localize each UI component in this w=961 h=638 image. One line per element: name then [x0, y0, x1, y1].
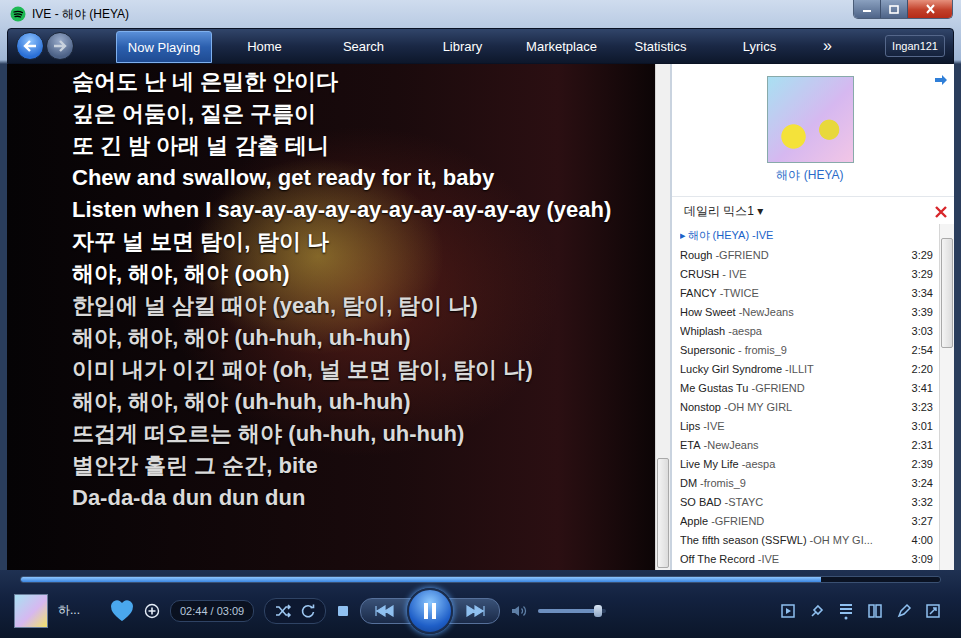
- user-button[interactable]: Ingan121: [885, 35, 945, 57]
- close-button[interactable]: [907, 0, 952, 18]
- control-bar: 하... 02:44 / 03:09: [0, 570, 961, 638]
- volume-icon[interactable]: [510, 603, 528, 619]
- title-bar: IVE - 해야 (HEYA): [0, 0, 961, 28]
- queue-list: ▸해야 (HEYA)-IVERough-GFRIEND3:29CRUSH- IV…: [672, 224, 939, 570]
- nav-tab[interactable]: Marketplace: [512, 33, 611, 60]
- mini-album-art[interactable]: [14, 594, 48, 628]
- lyric-line[interactable]: 이미 내가 이긴 패야 (oh, 널 보면 탐이, 탐이 나): [72, 354, 639, 386]
- queue-row[interactable]: Rough-GFRIEND3:29: [672, 245, 939, 264]
- nav-tab[interactable]: Statistics: [611, 33, 710, 60]
- maximize-icon: [889, 5, 899, 14]
- queue-row[interactable]: ▸해야 (HEYA)-IVE: [672, 226, 939, 245]
- lyric-line[interactable]: 해야, 해야, 해야 (uh-huh, uh-huh): [72, 322, 639, 354]
- album-caption[interactable]: 해야 (HEYA): [776, 167, 843, 184]
- previous-button[interactable]: [361, 605, 407, 617]
- back-button[interactable]: [16, 32, 44, 60]
- minimize-button[interactable]: [854, 0, 880, 18]
- nav-tab[interactable]: Lyrics: [710, 33, 809, 60]
- window-controls: [853, 0, 953, 19]
- queue-row[interactable]: Supersonic- fromis_92:54: [672, 340, 939, 359]
- lyric-line[interactable]: 한입에 널 삼킬 때야 (yeah, 탐이, 탐이 나): [72, 290, 639, 322]
- next-button[interactable]: [453, 605, 499, 617]
- seek-bar[interactable]: [20, 576, 941, 583]
- lyric-line[interactable]: 해야, 해야, 해야 (uh-huh, uh-huh): [72, 386, 639, 418]
- window-title: IVE - 해야 (HEYA): [32, 6, 129, 23]
- nav-tab[interactable]: Home: [215, 33, 314, 60]
- lyrics-panel: 숨어도 난 네 은밀한 안이다깊은 어둠이, 짙은 구름이또 긴 밤 아래 널 …: [7, 64, 655, 570]
- back-arrow-icon: [22, 39, 38, 53]
- fullscreen-icon[interactable]: [925, 603, 941, 619]
- heart-icon[interactable]: [110, 600, 134, 622]
- lyric-line[interactable]: 뜨겁게 떠오르는 해야 (uh-huh, uh-huh): [72, 418, 639, 450]
- player-window: IVE - 해야 (HEYA) Now PlayingHomeSearchLibr…: [0, 0, 961, 638]
- queue-row[interactable]: Live My Life-aespa2:39: [672, 454, 939, 473]
- forward-arrow-icon: [52, 39, 68, 53]
- album-art[interactable]: [767, 76, 854, 163]
- pause-icon: [422, 602, 438, 620]
- now-playing-panel: 해야 (HEYA) 데일리 믹스1 ▾ ▸해야 (HEYA)-IVERough-GF…: [670, 64, 954, 570]
- lyric-line[interactable]: 숨어도 난 네 은밀한 안이다: [72, 66, 639, 98]
- lyrics-icon[interactable]: [867, 603, 883, 619]
- volume-knob[interactable]: [594, 605, 602, 617]
- queue-row[interactable]: Me Gustas Tu-GFRIEND3:41: [672, 378, 939, 397]
- shuffle-icon[interactable]: [274, 603, 292, 619]
- queue-row[interactable]: How Sweet-NewJeans3:39: [672, 302, 939, 321]
- lyric-line[interactable]: 별안간 홀린 그 순간, bite: [72, 450, 639, 482]
- edit-icon[interactable]: [896, 603, 912, 619]
- close-icon: [925, 4, 936, 14]
- lyric-line[interactable]: 해야, 해야, 해야 (ooh): [72, 258, 639, 290]
- forward-button[interactable]: [46, 32, 74, 60]
- track-title[interactable]: 하...: [58, 602, 100, 619]
- now-playing-marker: ▸: [680, 229, 686, 241]
- minimize-icon: [862, 5, 872, 13]
- queue-icon[interactable]: [838, 602, 854, 620]
- playlist-dropdown[interactable]: 데일리 믹스1 ▾: [684, 203, 763, 220]
- nav-tab[interactable]: Search: [314, 33, 413, 60]
- more-tabs-button[interactable]: »: [809, 37, 846, 55]
- queue-row[interactable]: DM-fromis_93:24: [672, 473, 939, 492]
- queue-row[interactable]: Lips-IVE3:01: [672, 416, 939, 435]
- lyric-line[interactable]: Chew and swallow, get ready for it, baby: [72, 162, 639, 194]
- clear-playlist-icon[interactable]: [934, 205, 948, 219]
- queue-row[interactable]: Nonstop-OH MY GIRL3:23: [672, 397, 939, 416]
- queue-scrollbar[interactable]: [939, 224, 954, 570]
- stop-icon[interactable]: [336, 604, 350, 618]
- add-icon[interactable]: [144, 603, 160, 619]
- playlist-header: 데일리 믹스1 ▾: [672, 196, 954, 224]
- queue-row[interactable]: The fifth season (SSFWL)-OH MY GI...4:00: [672, 530, 939, 549]
- nav-tab[interactable]: Now Playing: [116, 31, 212, 63]
- queue-row[interactable]: CRUSH- IVE3:29: [672, 264, 939, 283]
- go-arrow-icon[interactable]: [934, 74, 948, 86]
- queue-row[interactable]: Off The Record-IVE3:09: [672, 549, 939, 568]
- queue-row[interactable]: ETA-NewJeans2:31: [672, 435, 939, 454]
- nav-tab[interactable]: Library: [413, 33, 512, 60]
- scroll-thumb[interactable]: [657, 458, 669, 568]
- repeat-icon[interactable]: [300, 603, 316, 619]
- lyric-line[interactable]: Da-da-da dun dun dun: [72, 482, 639, 514]
- queue-row[interactable]: FANCY-TWICE3:34: [672, 283, 939, 302]
- main-area: 숨어도 난 네 은밀한 안이다깊은 어둠이, 짙은 구름이또 긴 밤 아래 널 …: [7, 64, 954, 570]
- time-display: 02:44 / 03:09: [170, 600, 254, 622]
- queue-row[interactable]: Apple-GFRIEND3:27: [672, 511, 939, 530]
- volume-slider[interactable]: [538, 609, 606, 613]
- queue-row[interactable]: Lucky Girl Syndrome-ILLIT2:20: [672, 359, 939, 378]
- queue-row[interactable]: Whiplash-aespa3:03: [672, 321, 939, 340]
- lyric-line[interactable]: 깊은 어둠이, 짙은 구름이: [72, 98, 639, 130]
- previous-icon: [373, 605, 395, 617]
- spotify-logo-icon: [10, 6, 26, 22]
- lyrics-scrollbar[interactable]: [655, 64, 670, 570]
- lyric-line[interactable]: 자꾸 널 보면 탐이, 탐이 나: [72, 226, 639, 258]
- lyric-line[interactable]: Listen when I say-ay-ay-ay-ay-ay-ay-ay-a…: [72, 194, 639, 226]
- maximize-button[interactable]: [880, 0, 907, 18]
- connect-icon[interactable]: [809, 603, 825, 619]
- scroll-thumb[interactable]: [941, 238, 953, 348]
- play-pause-button[interactable]: [407, 588, 453, 634]
- lyric-line[interactable]: 또 긴 밤 아래 널 감출 테니: [72, 130, 639, 162]
- next-icon: [465, 605, 487, 617]
- nav-bar: Now PlayingHomeSearchLibraryMarketplaceS…: [7, 28, 954, 64]
- mini-player-icon[interactable]: [780, 603, 796, 619]
- queue-row[interactable]: SO BAD-STAYC3:32: [672, 492, 939, 511]
